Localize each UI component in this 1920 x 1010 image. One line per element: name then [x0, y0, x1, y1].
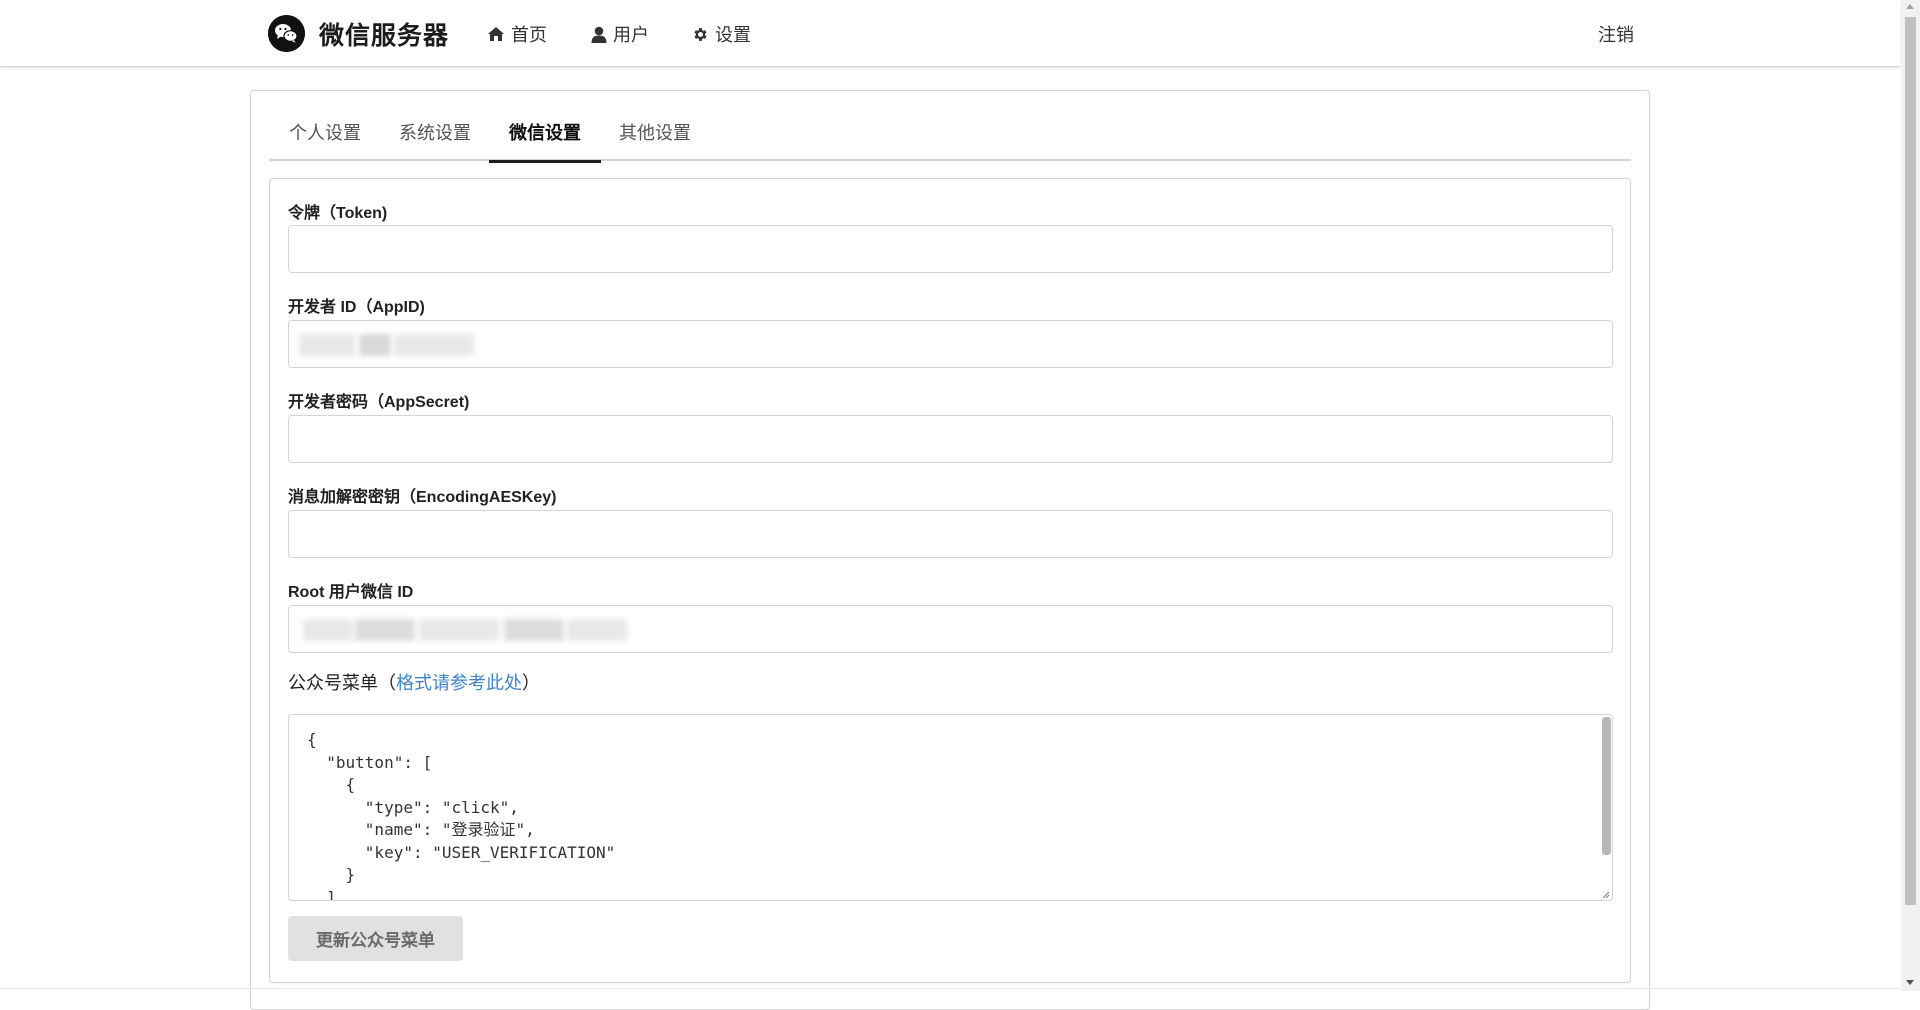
menu-label-suffix: ）	[522, 673, 540, 693]
nav-home[interactable]: 首页	[487, 21, 547, 47]
redacted-value	[419, 619, 499, 641]
wechat-settings-form: 令牌（Token) 开发者 ID（AppID) 开发者密码（AppSecret)…	[269, 178, 1631, 983]
redacted-value	[355, 619, 415, 641]
settings-card: 个人设置 系统设置 微信设置 其他设置 令牌（Token) 开发者 ID（App…	[250, 90, 1650, 1010]
scroll-down-arrow-icon[interactable]	[1906, 980, 1914, 985]
app-id-input[interactable]	[288, 320, 1613, 368]
nav-home-label: 首页	[511, 25, 547, 45]
logout-link[interactable]: 注销	[1598, 21, 1634, 47]
home-icon	[488, 27, 504, 41]
menu-label-prefix: 公众号菜单（	[288, 673, 396, 693]
menu-json-textarea[interactable]: { "button": [ { "type": "click", "name":…	[288, 714, 1613, 901]
textarea-scrollbar[interactable]	[1602, 717, 1611, 855]
menu-label: 公众号菜单（格式请参考此处）	[288, 669, 540, 695]
nav-user[interactable]: 用户	[591, 21, 649, 47]
redacted-value	[359, 334, 391, 356]
app-id-label: 开发者 ID（AppID)	[288, 299, 425, 316]
app-secret-input[interactable]	[288, 415, 1613, 463]
nav-settings-label: 设置	[715, 25, 751, 45]
nav-settings[interactable]: 设置	[692, 21, 751, 47]
tab-wechat-settings[interactable]: 微信设置	[489, 123, 601, 163]
redacted-value	[394, 334, 474, 356]
root-user-label: Root 用户微信 ID	[288, 584, 414, 601]
redacted-value	[504, 619, 564, 641]
nav-user-label: 用户	[613, 25, 649, 45]
aes-key-input[interactable]	[288, 510, 1613, 558]
settings-tabs: 个人设置 系统设置 微信设置 其他设置	[269, 123, 1631, 163]
brand[interactable]: 微信服务器	[268, 15, 449, 52]
menu-json-content[interactable]: { "button": [ { "type": "click", "name":…	[307, 729, 615, 900]
tab-other-settings[interactable]: 其他设置	[599, 123, 711, 161]
user-icon	[591, 26, 607, 43]
tab-system-settings[interactable]: 系统设置	[379, 123, 491, 161]
brand-title: 微信服务器	[319, 21, 450, 50]
wechat-logo-icon	[268, 15, 305, 52]
top-navbar: 微信服务器 首页 用户 设置 注销	[0, 0, 1900, 67]
root-user-input[interactable]	[288, 605, 1613, 653]
divider	[0, 988, 1900, 989]
page-scrollbar[interactable]	[1901, 0, 1920, 991]
app-secret-label: 开发者密码（AppSecret)	[288, 394, 470, 411]
tab-personal-settings[interactable]: 个人设置	[269, 123, 381, 161]
token-label: 令牌（Token)	[288, 205, 388, 222]
scrollbar-thumb[interactable]	[1905, 17, 1916, 905]
redacted-value	[303, 619, 353, 641]
scroll-up-arrow-icon[interactable]	[1906, 4, 1914, 9]
token-input[interactable]	[288, 225, 1613, 273]
gear-icon	[694, 27, 707, 41]
redacted-value	[299, 334, 355, 356]
update-menu-button[interactable]: 更新公众号菜单	[288, 916, 463, 961]
menu-format-link[interactable]: 格式请参考此处	[396, 673, 522, 693]
resize-handle-icon[interactable]	[1601, 890, 1610, 899]
redacted-value	[567, 619, 627, 641]
aes-key-label: 消息加解密密钥（EncodingAESKey)	[288, 489, 557, 506]
